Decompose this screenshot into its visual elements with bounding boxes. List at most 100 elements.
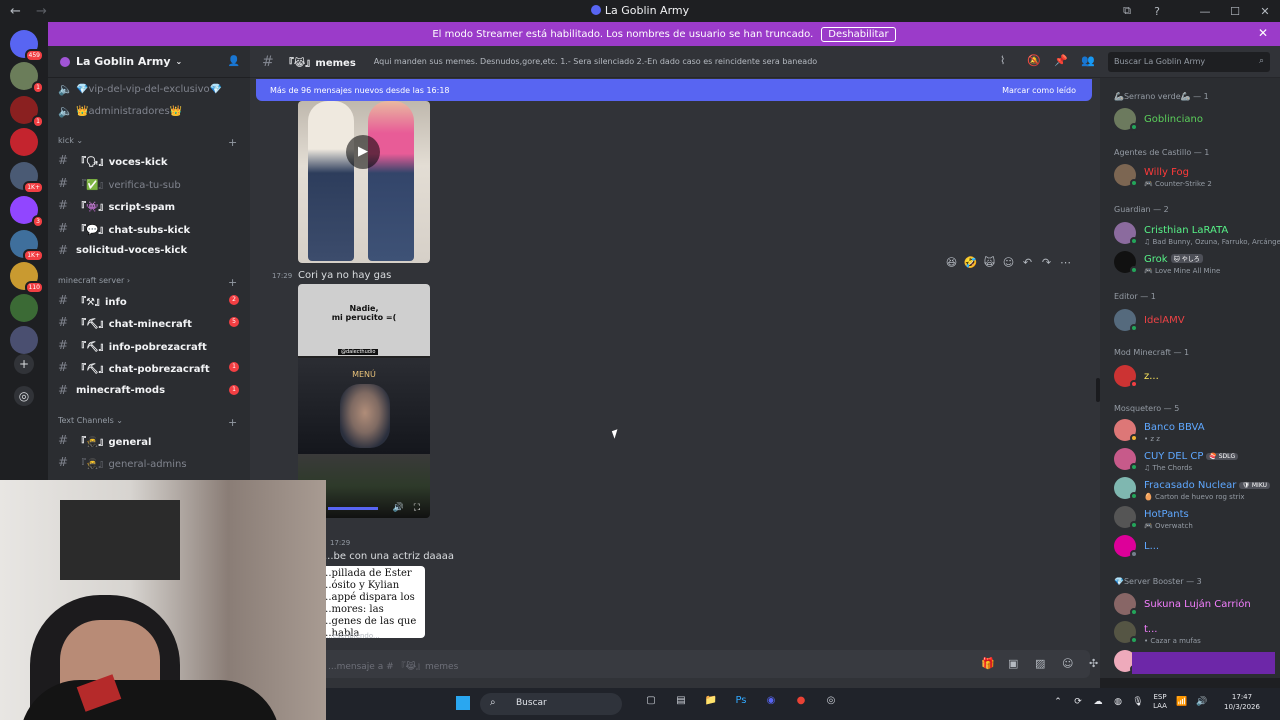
member-row[interactable]: Goblinciano [1114, 108, 1280, 138]
chrome-icon[interactable]: ● [786, 695, 816, 713]
mark-as-read-button[interactable]: Marcar como leído [1002, 86, 1076, 95]
reaction-emoji-icon[interactable]: 🙀 [980, 256, 999, 269]
add-channel-icon[interactable]: + [228, 416, 237, 429]
member-row[interactable]: HotPants 🎮 Overwatch [1114, 506, 1280, 536]
member-row[interactable]: Sukuna Luján Carrión [1114, 593, 1280, 623]
disable-streamer-button[interactable]: Deshabilitar [821, 26, 896, 42]
chevron-up-icon[interactable]: ⌃ [1048, 697, 1068, 707]
pin-icon[interactable]: 📌 [1054, 54, 1081, 67]
reaction-emoji-icon[interactable]: 😆 [942, 256, 961, 269]
channel-voces-kick[interactable]: # 『🗣』voces-kick [58, 150, 168, 170]
reaction-emoji-icon[interactable]: 🤣 [961, 256, 980, 269]
member-row[interactable]: L... [1114, 535, 1280, 565]
gif-icon[interactable]: ▣ [1008, 657, 1035, 670]
member-row[interactable]: t... • Cazar a mufas [1114, 621, 1280, 651]
mute-bell-icon[interactable]: 🔕 [1027, 54, 1054, 67]
channel-general-admins[interactable]: # 『🥷』general-admins [58, 452, 187, 472]
fullscreen-icon[interactable]: ⛶ [414, 503, 420, 513]
video-attachment[interactable]: ▶ [298, 101, 430, 263]
server-icon[interactable]: 1K+ [10, 162, 44, 194]
cloud-icon[interactable]: ☁ [1088, 697, 1108, 707]
volume-icon[interactable]: 🔊 [1192, 697, 1212, 707]
add-member-icon[interactable]: 👤 [228, 56, 240, 67]
search-input[interactable]: Buscar La Goblin Army ⌕ [1108, 52, 1270, 72]
threads-icon[interactable]: ⌇ [1000, 54, 1027, 67]
message-composer[interactable]: ...mensaje a # 『😹』memes 🎁 ▣ ▨ ☺ ✣ [266, 650, 1098, 678]
server-icon[interactable] [10, 326, 38, 354]
channel-chat-minecraft[interactable]: # 『⛏』chat-minecraft [58, 312, 192, 332]
server-icon[interactable]: 110 [10, 262, 44, 294]
clock[interactable]: 17:47 10/3/2026 [1212, 692, 1272, 712]
channel-general[interactable]: # 『🥷』general [58, 430, 151, 450]
inbox-icon[interactable]: ⧉ [1112, 4, 1142, 18]
reply-icon[interactable]: ↶ [1018, 256, 1037, 269]
server-icon[interactable] [10, 294, 38, 322]
more-options-icon[interactable]: ⋯ [1056, 256, 1075, 269]
discover-icon[interactable]: ◎ [14, 386, 34, 406]
taskbar-search[interactable]: ⌕ Buscar [480, 693, 622, 715]
member-row[interactable]: Willy Fog 🎮 Counter-Strike 2 [1114, 164, 1280, 194]
app-tray-icon[interactable]: ◍ [1108, 697, 1128, 707]
channel-topic[interactable]: Aqui manden sus memes. Desnudos,gore,etc… [374, 57, 817, 66]
discord-icon[interactable]: ◉ [756, 695, 786, 713]
member-list-icon[interactable]: 👥 [1081, 54, 1108, 67]
sticker-icon[interactable]: ▨ [1035, 657, 1062, 670]
wifi-icon[interactable]: 📶 [1172, 697, 1192, 707]
maximize-button[interactable]: ☐ [1220, 5, 1250, 18]
language-indicator[interactable]: ESP LAA [1148, 693, 1172, 711]
server-icon[interactable]: 1K+ [10, 230, 44, 262]
help-icon[interactable]: ? [1142, 5, 1172, 18]
new-messages-bar[interactable]: Más de 96 mensajes nuevos desde las 16:1… [256, 79, 1092, 101]
channel-info-pobrezacraft[interactable]: # 『⛏』info-pobrezacraft [58, 335, 207, 355]
channel-verifica-tu-sub[interactable]: # 『✅』verifica-tu-sub [58, 173, 181, 193]
image-attachment[interactable]: ...pillada de Ester ...ósito y Kylian ..… [320, 566, 425, 638]
forward-icon[interactable]: ↷ [1037, 256, 1056, 269]
channel-vip[interactable]: 🔈 💎vip-del-vip-del-exclusivo💎 [58, 79, 222, 99]
category-minecraft[interactable]: minecraft server › + [58, 276, 237, 289]
channel-chat-subs-kick[interactable]: # 『💬』chat-subs-kick [58, 218, 190, 238]
windows-start-icon[interactable] [456, 696, 470, 710]
close-button[interactable]: ✕ [1250, 5, 1280, 18]
member-row[interactable]: Cristhian LaRATA ♫ Bad Bunny, Ozuna, Farr… [1114, 222, 1280, 252]
guild-header[interactable]: La Goblin Army ⌄ 👤 [48, 46, 250, 78]
server-icon[interactable]: 1 [10, 96, 44, 128]
channel-info[interactable]: # 『⚒』info [58, 290, 127, 310]
app-icon[interactable]: ▤ [666, 695, 696, 713]
server-icon[interactable] [10, 128, 38, 156]
member-row[interactable]: Fracasado Nuclear 🛡 MIKU 🥚 Carton de huevo… [1114, 477, 1280, 507]
member-group-title: Mosquetero — 5 [1114, 404, 1180, 413]
add-server-icon[interactable]: + [14, 354, 34, 374]
emoji-icon[interactable]: ☺ [1062, 657, 1089, 670]
member-row[interactable]: z... [1114, 365, 1280, 395]
photoshop-icon[interactable]: Ps [726, 695, 756, 713]
member-row[interactable]: Banco BBVA • z z [1114, 419, 1280, 449]
add-channel-icon[interactable]: + [228, 276, 237, 289]
server-icon[interactable]: 1 [10, 62, 44, 94]
play-icon[interactable]: ▶ [346, 135, 380, 169]
category-text[interactable]: Text Channels ⌄ + [58, 416, 237, 429]
file-explorer-icon[interactable]: 📁 [696, 695, 726, 713]
category-kick[interactable]: kick ⌄ + [58, 136, 237, 149]
mic-icon[interactable]: 🎙 [1128, 697, 1148, 707]
minimize-button[interactable]: — [1190, 5, 1220, 18]
member-row[interactable]: Grok 🐱 やしろ 🎮 Love Mine All Mine [1114, 251, 1280, 281]
volume-icon[interactable]: 🔊 [392, 503, 403, 513]
member-row[interactable]: IdelAMV [1114, 309, 1280, 339]
add-channel-icon[interactable]: + [228, 136, 237, 149]
add-reaction-icon[interactable]: ☺ [999, 256, 1018, 269]
task-view-icon[interactable]: ▢ [636, 695, 666, 713]
sync-icon[interactable]: ⟳ [1068, 697, 1088, 707]
channel-chat-pobrezacraft[interactable]: # 『⛏』chat-pobrezacraft [58, 357, 210, 377]
channel-script-spam[interactable]: # 『👾』script-spam [58, 195, 175, 215]
obs-icon[interactable]: ◎ [816, 695, 846, 713]
gift-icon[interactable]: 🎁 [981, 657, 1008, 670]
server-icon[interactable]: 459 [10, 30, 44, 62]
channel-minecraft-mods[interactable]: # minecraft-mods [58, 380, 165, 400]
channel-solicitud-voces-kick[interactable]: # solicitud-voces-kick [58, 240, 187, 260]
status-indicator [1130, 266, 1138, 274]
member-row[interactable]: CUY DEL CP 🍣 SDLG ♫ The Chords [1114, 448, 1280, 478]
close-banner-icon[interactable]: ✕ [1258, 26, 1268, 40]
status-indicator [1130, 123, 1138, 131]
channel-admins[interactable]: 🔈 👑administradores👑 [58, 101, 182, 121]
server-icon[interactable]: 3 [10, 196, 44, 228]
